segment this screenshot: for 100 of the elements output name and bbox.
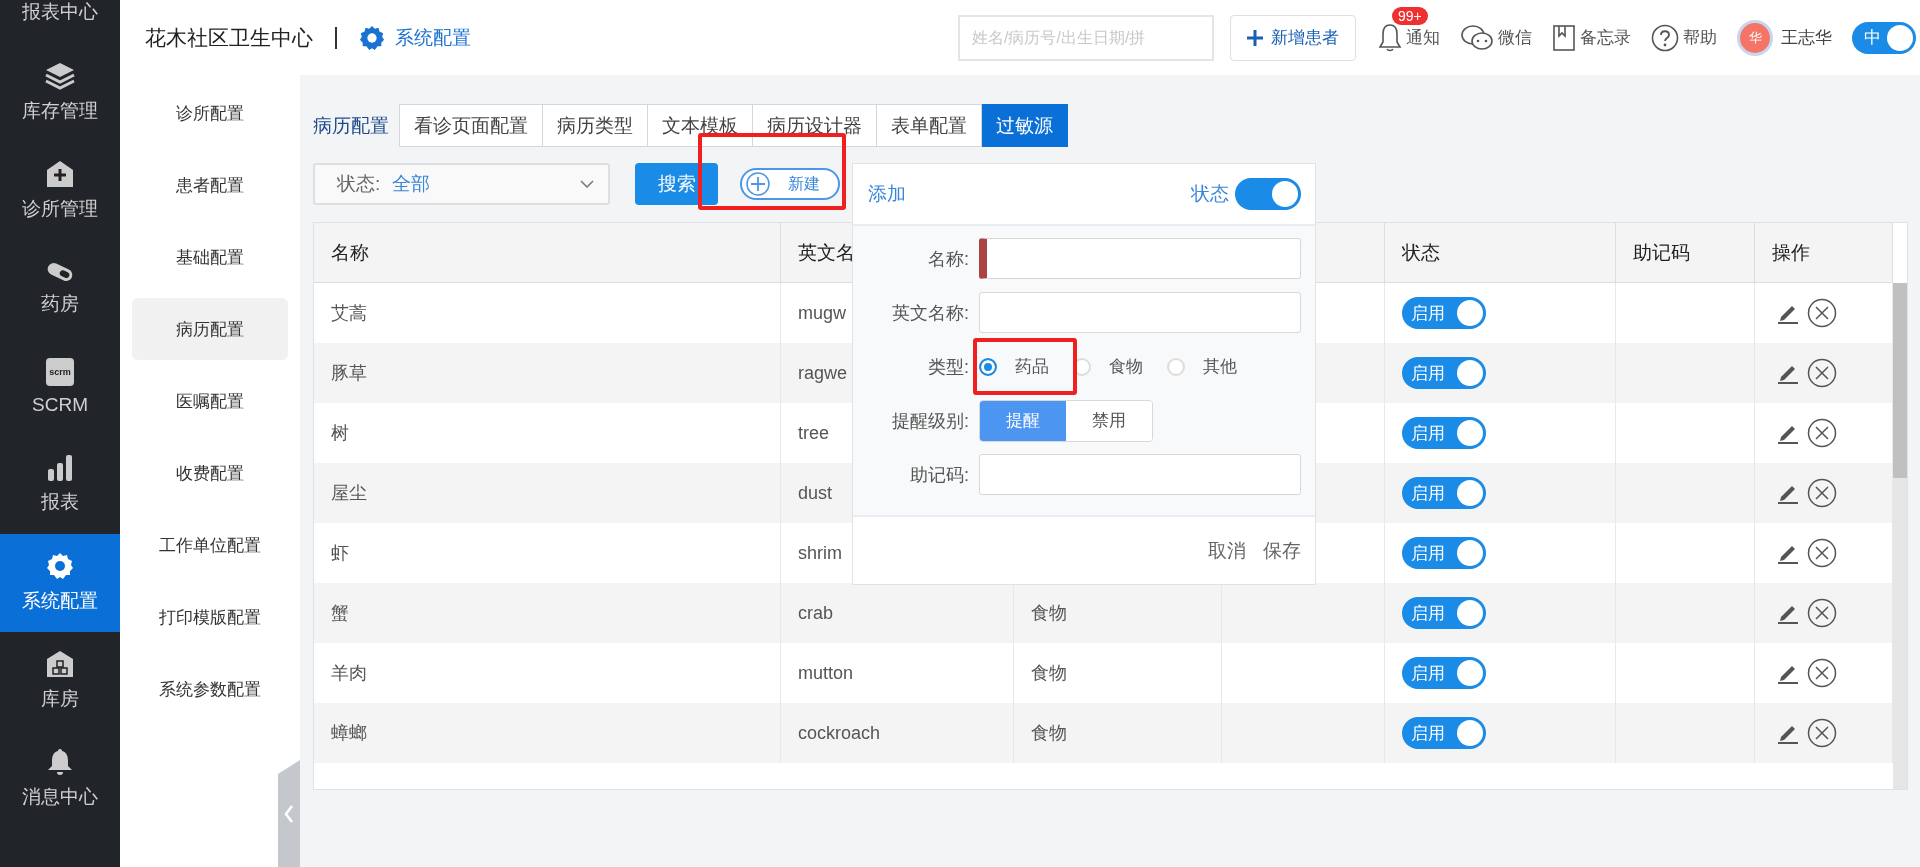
name-cell: 屋尘 (314, 463, 781, 523)
new-button[interactable]: 新建 (740, 168, 840, 200)
column-header: 名称 (314, 223, 781, 283)
tool-label: 帮助 (1683, 27, 1717, 49)
user-name: 王志华 (1781, 27, 1832, 49)
reminder-level-option[interactable]: 禁用 (1066, 400, 1152, 441)
nav-item[interactable]: 库房 (0, 632, 120, 730)
config-menu-item[interactable]: 工作单位配置 (132, 514, 288, 576)
nav-item[interactable]: scrm SCRM (0, 338, 120, 436)
nav-item[interactable]: 诊所管理 (0, 142, 120, 240)
config-tab[interactable]: 病历类型 (543, 104, 648, 147)
status-toggle[interactable] (1235, 178, 1301, 210)
config-menu-item[interactable]: 病历配置 (132, 298, 288, 360)
radio-option[interactable]: 其他 (1167, 355, 1237, 378)
section-title: 系统配置 (395, 25, 471, 50)
field-label: 名称: (928, 247, 969, 271)
nav-label: 系统配置 (22, 589, 98, 613)
nav-label: 消息中心 (22, 785, 98, 809)
header-tool[interactable]: 通知 (1378, 22, 1440, 53)
status-label: 状态 (1191, 182, 1229, 206)
notification-badge: 99+ (1392, 6, 1428, 25)
status-switch[interactable]: 启用 (1402, 537, 1486, 569)
collapse-handle-icon[interactable] (278, 760, 300, 867)
tool-label: 通知 (1406, 27, 1440, 49)
status-switch[interactable]: 启用 (1402, 357, 1486, 389)
settings-icon (359, 24, 385, 51)
english-name-cell: cockroach (781, 703, 1014, 763)
column-header: 助记码 (1616, 223, 1755, 283)
type-cell: 食物 (1014, 703, 1222, 763)
header-tool[interactable]: 微信 (1460, 23, 1532, 52)
delete-icon[interactable] (1807, 418, 1837, 448)
cancel-button[interactable]: 取消 (1208, 537, 1246, 564)
config-menu-item[interactable]: 患者配置 (132, 154, 288, 216)
search-button[interactable]: 搜索 (635, 163, 718, 205)
delete-icon[interactable] (1807, 718, 1837, 748)
clinic-name: 花木社区卫生中心 (145, 24, 313, 51)
text-input-field[interactable] (979, 292, 1301, 333)
field-label: 助记码: (910, 463, 969, 487)
field-label: 提醒级别: (892, 409, 969, 433)
status-switch[interactable]: 启用 (1402, 297, 1486, 329)
nav-item[interactable]: 报表中心 (0, 0, 120, 44)
config-menu-item[interactable]: 诊所配置 (132, 82, 288, 144)
field-label: 英文名称: (892, 301, 969, 325)
status-switch[interactable]: 启用 (1402, 477, 1486, 509)
nav-item[interactable]: 系统配置 (0, 534, 120, 632)
bar-chart-icon (46, 455, 74, 481)
settings-icon (46, 552, 74, 580)
config-menu-item[interactable]: 基础配置 (132, 226, 288, 288)
delete-icon[interactable] (1807, 298, 1837, 328)
text-input-field[interactable] (979, 238, 1301, 279)
scrollbar[interactable] (1893, 283, 1907, 789)
new-patient-button[interactable]: 新增患者 (1230, 14, 1356, 61)
name-cell: 蟹 (314, 583, 781, 643)
chat-bubbles-icon (1460, 23, 1494, 52)
header-tool[interactable]: 帮助 (1651, 23, 1717, 52)
config-tab[interactable]: 过敏源 (982, 104, 1068, 147)
nav-item[interactable]: 报表 (0, 436, 120, 534)
header-tool[interactable]: 备忘录 (1552, 23, 1631, 52)
tool-label: 微信 (1498, 27, 1532, 49)
nav-item[interactable]: 消息中心 (0, 730, 120, 828)
nav-label: 药房 (41, 292, 79, 316)
save-button[interactable]: 保存 (1263, 537, 1301, 564)
nav-label: 库房 (41, 687, 79, 711)
plus-icon (1247, 29, 1263, 46)
nav-item[interactable]: 库存管理 (0, 44, 120, 142)
status-switch[interactable]: 启用 (1402, 417, 1486, 449)
delete-icon[interactable] (1807, 538, 1837, 568)
nav-label: 库存管理 (22, 99, 98, 123)
name-cell: 蟑螂 (314, 703, 781, 763)
nav-label: 诊所管理 (22, 197, 98, 221)
status-switch[interactable]: 启用 (1402, 717, 1486, 749)
field-label: 类型: (928, 355, 969, 379)
column-header: 状态 (1385, 223, 1616, 283)
nav-item[interactable]: 药房 (0, 240, 120, 338)
config-tab[interactable]: 表单配置 (877, 104, 982, 147)
config-tab[interactable]: 看诊页面配置 (399, 104, 543, 147)
config-menu-item[interactable]: 打印模版配置 (132, 586, 288, 648)
config-menu-item[interactable]: 医嘱配置 (132, 370, 288, 432)
text-input-field[interactable] (979, 454, 1301, 495)
status-switch[interactable]: 启用 (1402, 597, 1486, 629)
language-toggle[interactable]: 中 (1852, 21, 1916, 54)
chevron-down-icon (580, 180, 594, 188)
warehouse-icon (46, 650, 74, 678)
english-name-cell: crab (781, 583, 1014, 643)
radio-option[interactable]: 食物 (1073, 355, 1143, 378)
status-switch[interactable]: 启用 (1402, 657, 1486, 689)
bell-icon (47, 748, 73, 776)
column-header: 操作 (1755, 223, 1893, 283)
name-cell: 豚草 (314, 343, 781, 403)
delete-icon[interactable] (1807, 478, 1837, 508)
status-filter-select[interactable]: 状态: 全部 (313, 163, 610, 205)
delete-icon[interactable] (1807, 598, 1837, 628)
scrm-logo-icon: scrm (46, 358, 74, 386)
delete-icon[interactable] (1807, 658, 1837, 688)
popover-title: 添加 (868, 182, 907, 206)
delete-icon[interactable] (1807, 358, 1837, 388)
book-icon (1552, 23, 1576, 52)
config-menu-item[interactable]: 收费配置 (132, 442, 288, 504)
plus-circle-icon (746, 172, 770, 196)
config-menu-item[interactable]: 系统参数配置 (132, 658, 288, 720)
